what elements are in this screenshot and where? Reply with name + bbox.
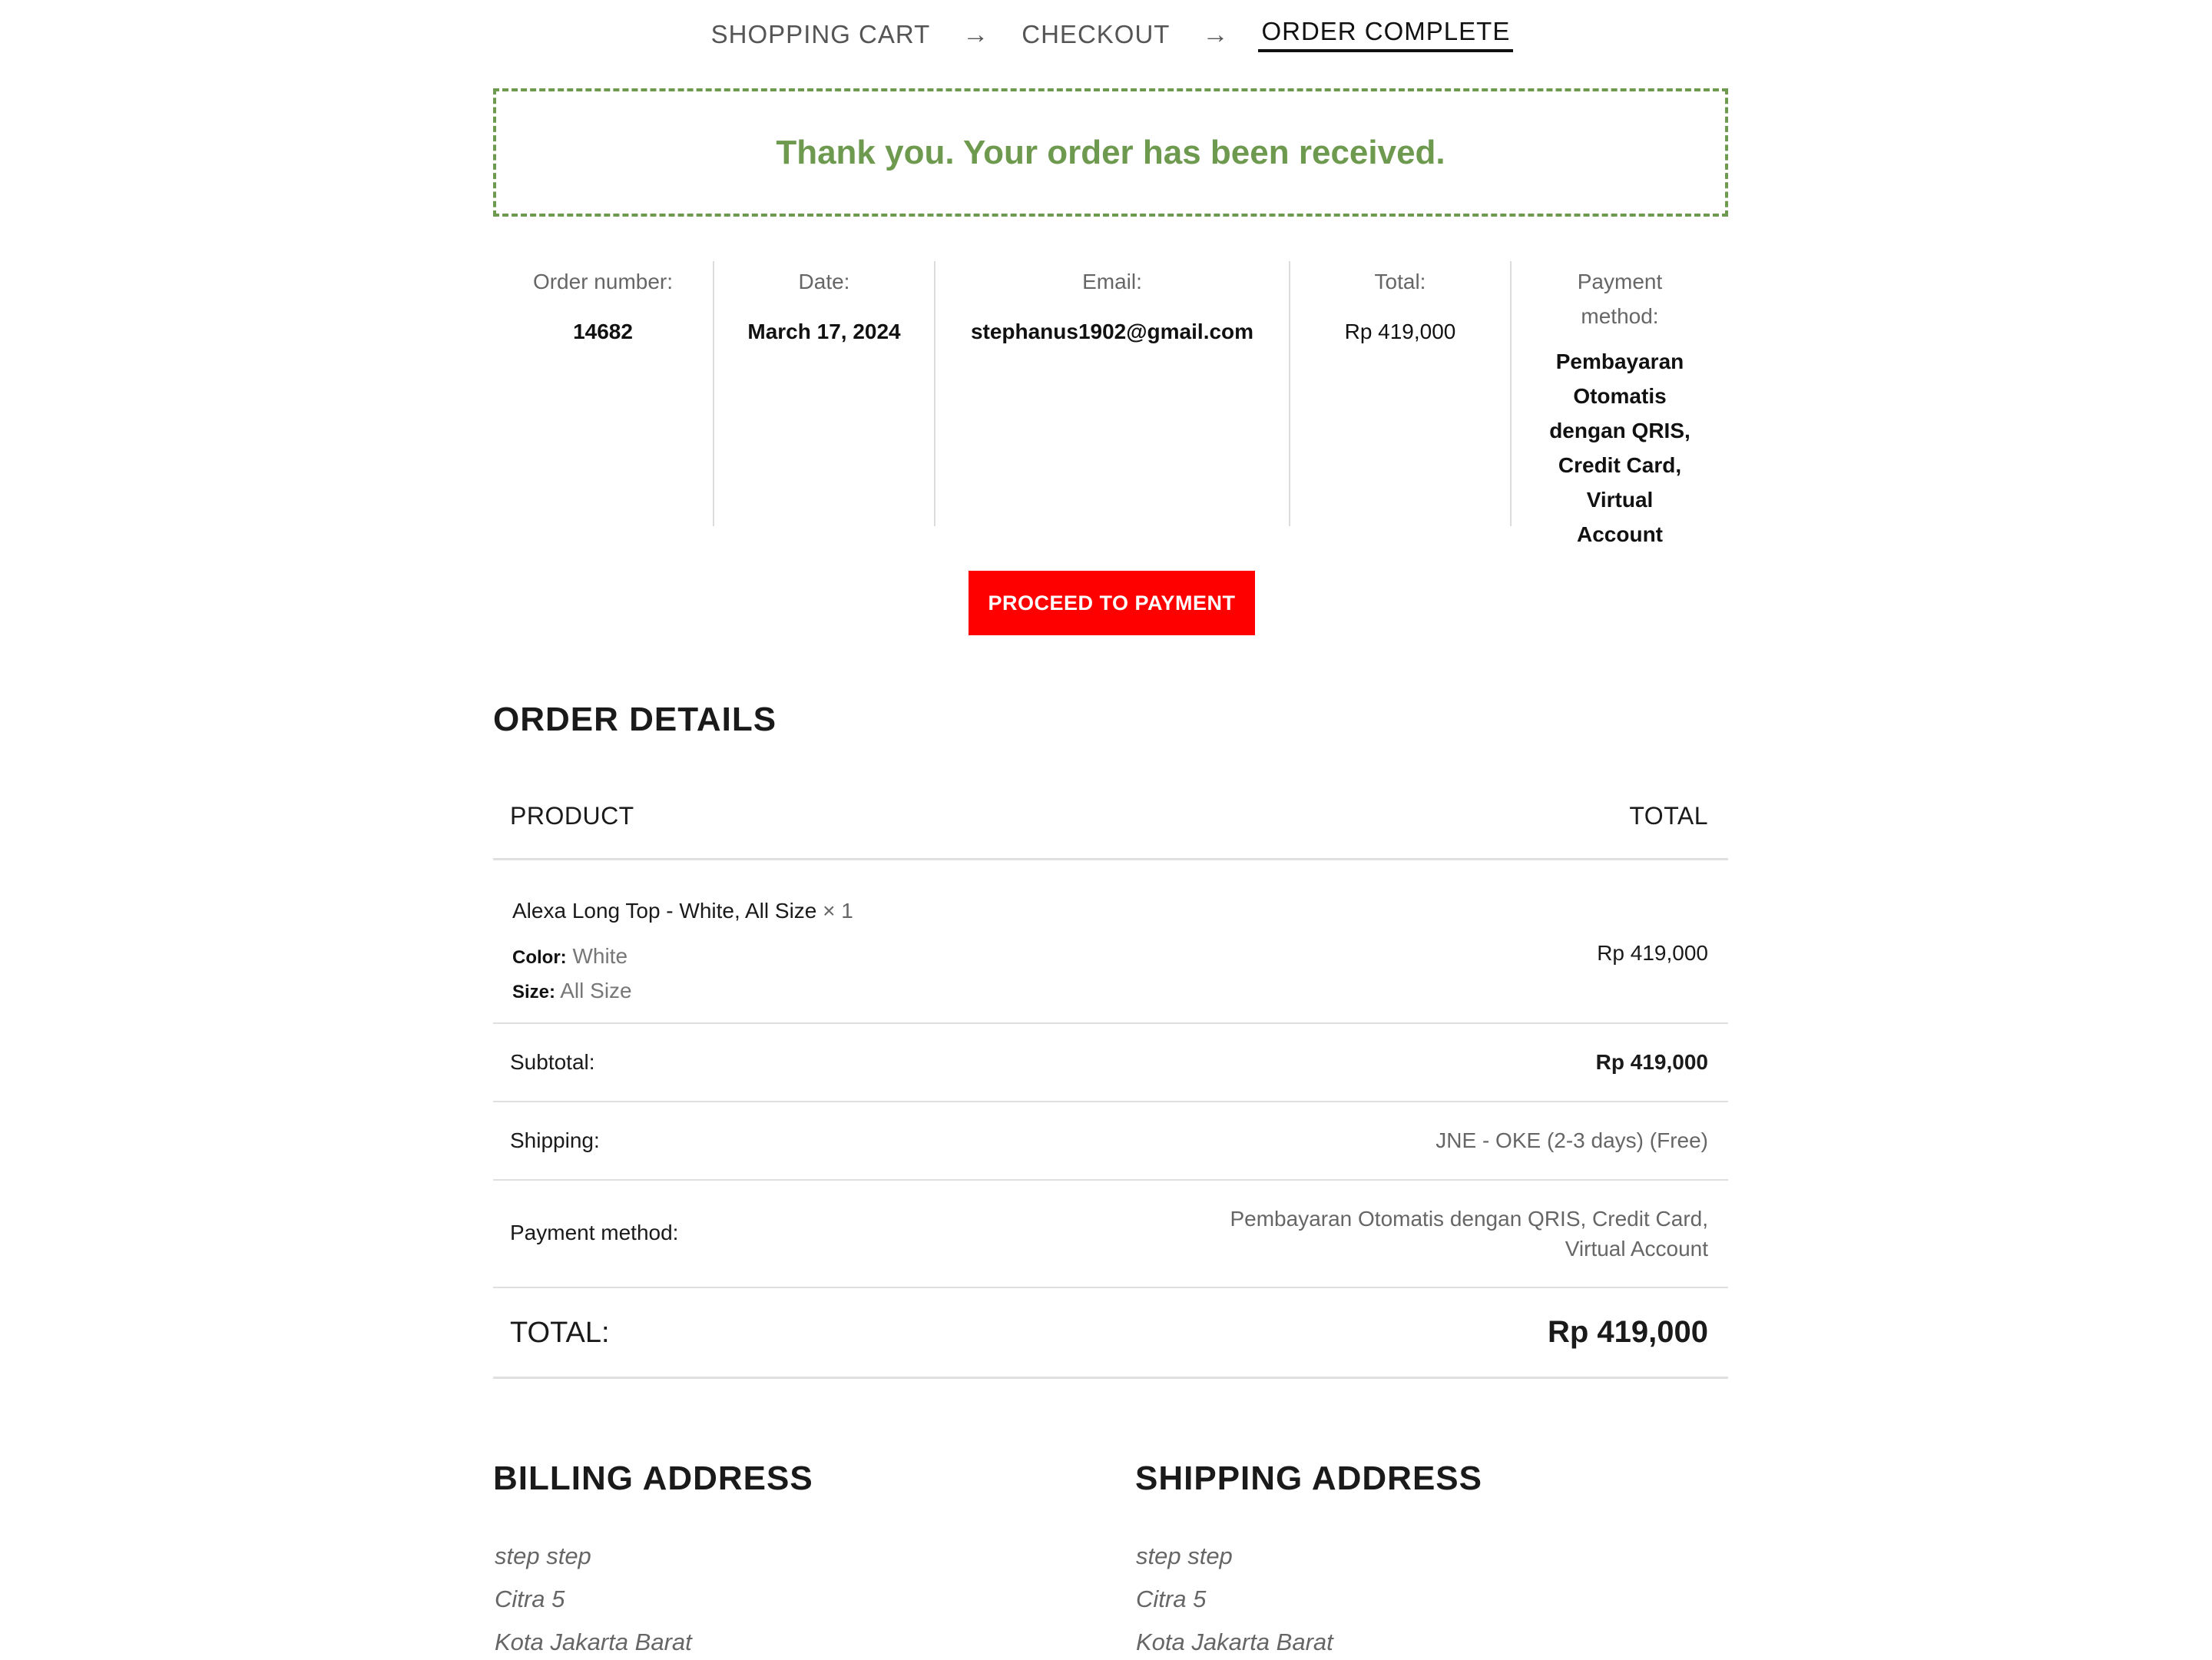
total-label: Total: [1374,270,1426,293]
total-value: Rp 419,000 [1344,320,1456,343]
order-number-label: Order number: [532,270,674,293]
product-size: Size: All Size [512,979,632,1003]
date-value: March 17, 2024 [747,320,901,343]
order-received-page: SHOPPING CART → CHECKOUT → ORDER COMPLET… [0,0,2212,1660]
size-label: Size: [512,982,556,1002]
overview-payment-method: Payment method: Pembayaran Otomatis deng… [1512,261,1728,546]
product-quantity: × 1 [823,899,853,923]
overview-total: Total: Rp 419,000 [1290,261,1512,526]
payment-method-line: dengan QRIS, [1549,419,1690,442]
payment-method-label: Payment method: [1525,264,1714,333]
checkout-steps: SHOPPING CART → CHECKOUT → ORDER COMPLET… [493,17,1728,52]
product-line-total: Rp 419,000 [1597,941,1708,965]
payment-method-line: Pembayaran Otomatis dengan QRIS, Credit … [1230,1207,1708,1231]
payment-method-value: Pembayaran Otomatis dengan QRIS, Credit … [1230,1204,1708,1264]
step-checkout[interactable]: CHECKOUT [1018,20,1173,49]
order-total-value: Rp 419,000 [1547,1315,1708,1349]
address-line: Kota Jakarta Barat [1136,1629,1333,1655]
order-details-title: ORDER DETAILS [493,701,777,738]
color-value: White [572,944,628,968]
shipping-value: JNE - OKE (2-3 days) (Free) [1435,1128,1708,1152]
col-product-header: PRODUCT [510,802,634,830]
payment-method-line: Account [1577,522,1663,546]
address-line: Citra 5 [495,1585,565,1612]
payment-method-line: Otomatis [1573,384,1667,408]
address-line: Citra 5 [1136,1585,1207,1612]
billing-address: step step Citra 5 Kota Jakarta Barat [495,1535,692,1660]
payment-method-line: Credit Card, [1558,453,1682,477]
order-total-label: TOTAL: [510,1317,610,1349]
payment-label-line: Payment [1577,270,1663,293]
payment-method-line: Pembayaran [1555,350,1684,373]
payment-method-value: Pembayaran Otomatis dengan QRIS, Credit … [1525,344,1714,552]
product-name-link[interactable]: Alexa Long Top - White, All Size [512,899,816,923]
order-overview: Order number: 14682 Date: March 17, 2024… [493,261,1728,546]
step-shopping-cart[interactable]: SHOPPING CART [708,20,934,49]
email-label: Email: [1082,270,1142,293]
payment-method-row: Payment method: Pembayaran Otomatis deng… [493,1181,1728,1288]
order-received-notice: Thank you. Your order has been received. [493,88,1728,217]
address-line: step step [1136,1542,1233,1569]
order-total-row: TOTAL: Rp 419,000 [493,1288,1728,1379]
shipping-address-title: SHIPPING ADDRESS [1135,1460,1483,1497]
subtotal-label: Subtotal: [510,1050,595,1074]
shipping-address: step step Citra 5 Kota Jakarta Barat [1136,1535,1333,1660]
shipping-row: Shipping: JNE - OKE (2-3 days) (Free) [493,1102,1728,1181]
address-line: step step [495,1542,591,1569]
billing-address-title: BILLING ADDRESS [493,1460,813,1497]
payment-method-label: Payment method: [510,1221,679,1244]
step-order-complete[interactable]: ORDER COMPLETE [1258,17,1514,52]
table-row: Alexa Long Top - White, All Size × 1 Col… [493,860,1728,1024]
size-value: All Size [560,979,632,1002]
arrow-right-icon: → [962,19,990,49]
subtotal-value: Rp 419,000 [1595,1050,1708,1074]
email-value: stephanus1902@gmail.com [970,320,1254,343]
shipping-label: Shipping: [510,1128,600,1152]
payment-label-line: method: [1581,304,1659,328]
payment-method-line: Virtual [1586,488,1654,512]
arrow-right-icon: → [1202,19,1230,49]
address-line: Kota Jakarta Barat [495,1629,692,1655]
col-total-header: TOTAL [1629,802,1708,830]
proceed-to-payment-button[interactable]: PROCEED TO PAYMENT [969,571,1255,635]
overview-date: Date: March 17, 2024 [714,261,935,526]
overview-email: Email: stephanus1902@gmail.com [935,261,1290,526]
date-label: Date: [798,270,850,293]
subtotal-row: Subtotal: Rp 419,000 [493,1024,1728,1102]
overview-order-number: Order number: 14682 [493,261,714,526]
payment-method-line: Virtual Account [1565,1237,1708,1261]
color-label: Color: [512,947,567,968]
product-color: Color: White [512,944,628,969]
order-number-value: 14682 [573,320,633,343]
product-cell: Alexa Long Top - White, All Size × 1 [512,899,853,923]
table-header-row: PRODUCT TOTAL [493,784,1728,860]
